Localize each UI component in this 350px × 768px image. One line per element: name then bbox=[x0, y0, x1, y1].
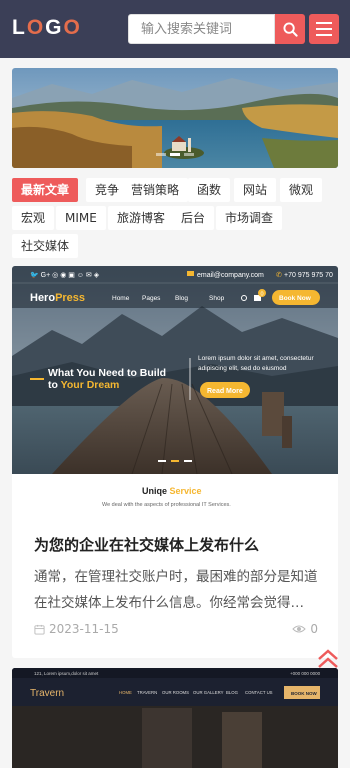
tag-latest[interactable]: 最新文章 bbox=[12, 178, 79, 202]
article-title[interactable]: 为您的企业在社交媒体上发布什么 bbox=[34, 534, 259, 555]
svg-text:to Your Dream: to Your Dream bbox=[48, 379, 119, 391]
tag-macro[interactable]: 宏观 bbox=[12, 206, 55, 230]
article-meta: 2023-11-15 0 bbox=[34, 622, 318, 640]
search-button[interactable] bbox=[275, 14, 305, 44]
thumb2-nav-gallery[interactable]: OUR GALLERY bbox=[193, 690, 224, 695]
thumb-read-more[interactable]: Read More bbox=[207, 388, 243, 395]
article-thumbnail-2[interactable]: 121, Lorem ipsum,dolor sit amet +000 000… bbox=[12, 668, 338, 768]
thumb-section-title-a: Uniqe bbox=[142, 486, 170, 496]
carousel-dot[interactable] bbox=[156, 153, 166, 156]
thumb-brand-b: Press bbox=[55, 292, 85, 304]
article-views-wrap: 0 bbox=[292, 622, 318, 636]
carousel-dot[interactable] bbox=[184, 153, 194, 156]
article-thumbnail[interactable]: 🐦 G+ ◎ ◉ ▣ ☺ ✉ ◈ email@company.com ✆ +70… bbox=[12, 266, 338, 518]
thumb-nav-home[interactable]: Home bbox=[112, 295, 130, 302]
tag-mime[interactable]: MIME bbox=[56, 206, 106, 230]
tag-market-research[interactable]: 市场调查 bbox=[216, 206, 283, 230]
article-views: 0 bbox=[310, 622, 318, 636]
social-icons[interactable]: 🐦 G+ ◎ ◉ ▣ ☺ ✉ ◈ bbox=[30, 271, 100, 279]
hamburger-icon-bar bbox=[316, 22, 332, 24]
thumb-hero-line2b: Your Dream bbox=[61, 379, 120, 391]
thumb-hero-text: Lorem ipsum dolor sit amet, consectetur … bbox=[198, 355, 314, 372]
thumb2-nav-rooms[interactable]: OUR ROOMS bbox=[162, 690, 189, 695]
thumb2-nav-blog[interactable]: BLOG bbox=[226, 690, 239, 695]
article-card[interactable]: 🐦 G+ ◎ ◉ ▣ ☺ ✉ ◈ email@company.com ✆ +70… bbox=[12, 266, 338, 658]
thumb-cart-count: 0 bbox=[261, 292, 264, 298]
hero-banner[interactable] bbox=[12, 68, 338, 168]
thumb-nav-pages[interactable]: Pages bbox=[142, 295, 161, 302]
tag-micro[interactable]: 微观 bbox=[280, 178, 323, 202]
tag-marketing[interactable]: 营销策略 bbox=[122, 178, 189, 202]
svg-text:HeroPress: HeroPress bbox=[30, 292, 85, 304]
thumb2-nav-home[interactable]: HOME bbox=[119, 690, 132, 695]
carousel-dot-active[interactable] bbox=[170, 153, 180, 156]
article-date-wrap: 2023-11-15 bbox=[34, 622, 119, 636]
thumb-section-title-b: Service bbox=[170, 486, 202, 496]
search-icon bbox=[282, 21, 298, 37]
thumb-section-sub: We deal with the aspects of professional… bbox=[102, 502, 231, 508]
article-card-2[interactable]: 121, Lorem ipsum,dolor sit amet +000 000… bbox=[12, 668, 338, 768]
thumb2-nav-travern[interactable]: TRAVERN bbox=[137, 690, 157, 695]
thumb-nav-shop[interactable]: Shop bbox=[209, 295, 225, 302]
tag-social-media[interactable]: 社交媒体 bbox=[12, 234, 79, 258]
hamburger-icon-bar bbox=[316, 34, 332, 36]
thumb-book-now[interactable]: Book Now bbox=[279, 295, 312, 302]
top-header: LOGO bbox=[0, 0, 350, 58]
thumb2-nav-contact[interactable]: CONTACT US bbox=[245, 690, 273, 695]
calendar-icon bbox=[34, 624, 45, 635]
thumb-nav-blog[interactable]: Blog bbox=[175, 295, 188, 302]
eye-icon bbox=[292, 625, 307, 633]
svg-text:Uniqe Service: Uniqe Service bbox=[142, 486, 202, 496]
tag-functions[interactable]: 函数 bbox=[188, 178, 231, 202]
mail-icon bbox=[187, 271, 194, 276]
thumb2-book-now[interactable]: BOOK NOW bbox=[291, 691, 318, 696]
article-date: 2023-11-15 bbox=[49, 622, 119, 636]
thumb2-brand[interactable]: Travern bbox=[30, 688, 64, 699]
article-excerpt: 通常，在管理社交账户时，最困难的部分是知道在社交媒体上发布什么信息。你经常会觉得… bbox=[34, 569, 318, 611]
thumb2-address: 121, Lorem ipsum,dolor sit amet bbox=[34, 671, 99, 676]
tag-backend[interactable]: 后台 bbox=[172, 206, 215, 230]
thumb-hero-line1: What You Need to Build bbox=[48, 367, 166, 379]
tag-travel[interactable]: 旅游博客 bbox=[108, 206, 175, 230]
phone-icon: ✆ bbox=[276, 271, 282, 279]
tag-website[interactable]: 网站 bbox=[234, 178, 277, 202]
thumb2-phone: +000 000 0000 bbox=[290, 671, 321, 676]
site-logo[interactable]: LOGO bbox=[12, 16, 82, 40]
search-box bbox=[128, 14, 275, 44]
thumb-brand-a: Hero bbox=[30, 292, 55, 304]
menu-button[interactable] bbox=[309, 14, 339, 44]
hamburger-icon-bar bbox=[316, 28, 332, 30]
thumb-email: email@company.com bbox=[197, 272, 264, 279]
search-input[interactable] bbox=[129, 15, 274, 43]
thumb-hero-line2a: to bbox=[48, 379, 61, 391]
carousel-dots bbox=[12, 153, 338, 156]
thumb-phone: +70 975 975 70 bbox=[284, 272, 333, 279]
